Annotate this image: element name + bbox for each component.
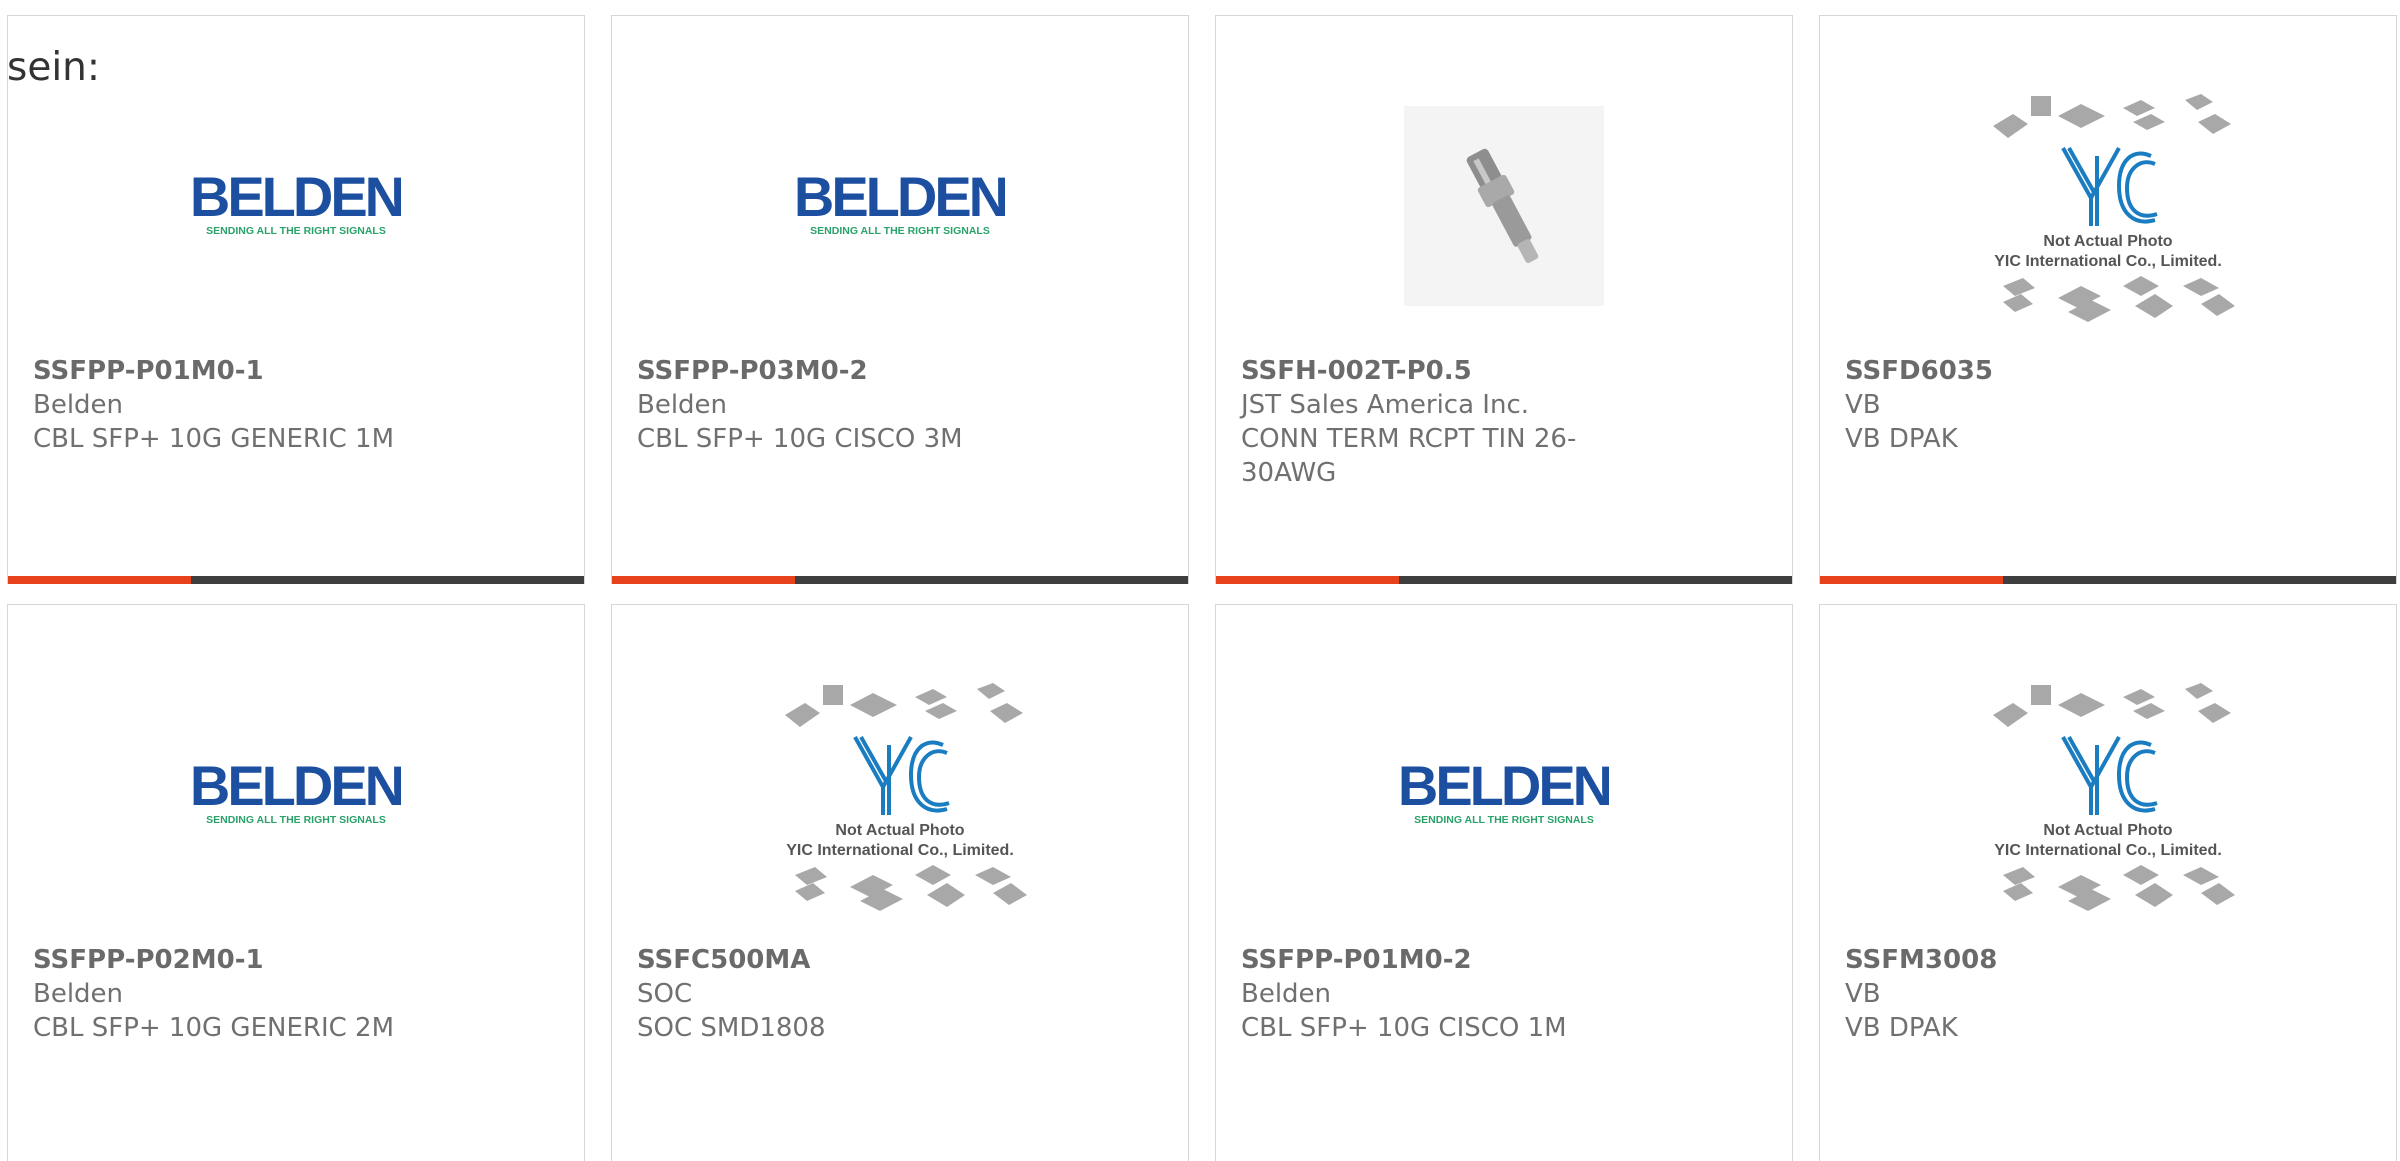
manufacturer: Belden <box>33 979 124 1009</box>
card-bottom-bar <box>612 576 1188 584</box>
belden-logo: BELDEN SENDING ALL THE RIGHT SIGNALS <box>191 763 401 826</box>
product-card[interactable]: BELDEN SENDING ALL THE RIGHT SIGNALS SSF… <box>1215 604 1793 1161</box>
product-card[interactable]: Not Actual Photo YIC International Co., … <box>1819 604 2397 1161</box>
belden-logo: BELDEN SENDING ALL THE RIGHT SIGNALS <box>1399 763 1609 826</box>
product-info: SSFPP-P01M0-2 Belden CBL SFP+ 10G CISCO … <box>1241 943 1767 1045</box>
part-number[interactable]: SSFPP-P01M0-1 <box>33 354 559 388</box>
belden-logo: BELDEN SENDING ALL THE RIGHT SIGNALS <box>795 174 1005 237</box>
product-card[interactable]: BELDEN SENDING ALL THE RIGHT SIGNALS SSF… <box>7 15 585 584</box>
description: CBL SFP+ 10G CISCO 1M <box>1241 1013 1567 1043</box>
belden-logo-text: BELDEN <box>191 763 401 817</box>
yic-line1: Not Actual Photo <box>2043 822 2172 839</box>
product-info: SSFH-002T-P0.5 JST Sales America Inc. CO… <box>1241 354 1767 490</box>
product-info: SSFD6035 VB VB DPAK <box>1845 354 2371 456</box>
product-card[interactable]: BELDEN SENDING ALL THE RIGHT SIGNALS SSF… <box>7 604 585 1161</box>
description: CONN TERM RCPT TIN 26-30AWG <box>1241 424 1577 488</box>
product-image <box>1216 76 1792 336</box>
card-accent-bar <box>1216 576 1399 584</box>
card-bottom-bar <box>1820 576 2396 584</box>
intro-text: sein: <box>7 45 101 90</box>
manufacturer: VB <box>1845 979 1881 1009</box>
card-accent-bar <box>612 576 795 584</box>
belden-logo-tagline: SENDING ALL THE RIGHT SIGNALS <box>810 225 990 237</box>
card-accent-bar <box>1820 576 2003 584</box>
manufacturer: JST Sales America Inc. <box>1241 390 1530 420</box>
yic-line1: Not Actual Photo <box>2043 233 2172 250</box>
yic-line1: Not Actual Photo <box>835 822 964 839</box>
manufacturer: VB <box>1845 390 1881 420</box>
part-number[interactable]: SSFD6035 <box>1845 354 2371 388</box>
product-image: Not Actual Photo YIC International Co., … <box>1820 76 2396 336</box>
card-bottom-bar <box>8 576 584 584</box>
description: CBL SFP+ 10G GENERIC 2M <box>33 1013 395 1043</box>
product-card[interactable]: SSFH-002T-P0.5 JST Sales America Inc. CO… <box>1215 15 1793 584</box>
description: CBL SFP+ 10G GENERIC 1M <box>33 424 395 454</box>
product-card[interactable]: Not Actual Photo YIC International Co., … <box>611 604 1189 1161</box>
card-bottom-bar <box>1216 576 1792 584</box>
product-image: BELDEN SENDING ALL THE RIGHT SIGNALS <box>1216 665 1792 925</box>
belden-logo-tagline: SENDING ALL THE RIGHT SIGNALS <box>206 225 386 237</box>
belden-logo-text: BELDEN <box>795 174 1005 228</box>
product-card[interactable]: Not Actual Photo YIC International Co., … <box>1819 15 2397 584</box>
yic-placeholder-image: Not Actual Photo YIC International Co., … <box>1993 683 2235 911</box>
description: CBL SFP+ 10G CISCO 3M <box>637 424 963 454</box>
product-grid: BELDEN SENDING ALL THE RIGHT SIGNALS SSF… <box>7 15 2400 1161</box>
manufacturer: Belden <box>33 390 124 420</box>
description: VB DPAK <box>1845 1013 1958 1043</box>
yic-placeholder-image: Not Actual Photo YIC International Co., … <box>1993 94 2235 322</box>
part-number[interactable]: SSFC500MA <box>637 943 1163 977</box>
part-number[interactable]: SSFH-002T-P0.5 <box>1241 354 1767 388</box>
belden-logo-tagline: SENDING ALL THE RIGHT SIGNALS <box>206 814 386 826</box>
description: VB DPAK <box>1845 424 1958 454</box>
crimp-terminal-photo <box>1404 106 1604 306</box>
product-image: BELDEN SENDING ALL THE RIGHT SIGNALS <box>8 665 584 925</box>
product-card[interactable]: BELDEN SENDING ALL THE RIGHT SIGNALS SSF… <box>611 15 1189 584</box>
yic-line2: YIC International Co., Limited. <box>1994 842 2222 859</box>
yic-placeholder-image: Not Actual Photo YIC International Co., … <box>785 683 1027 911</box>
description: SOC SMD1808 <box>637 1013 826 1043</box>
yic-line2: YIC International Co., Limited. <box>786 842 1014 859</box>
product-info: SSFPP-P01M0-1 Belden CBL SFP+ 10G GENERI… <box>33 354 559 456</box>
manufacturer: Belden <box>1241 979 1332 1009</box>
manufacturer: Belden <box>637 390 728 420</box>
belden-logo-text: BELDEN <box>1399 763 1609 817</box>
card-accent-bar <box>8 576 191 584</box>
product-info: SSFPP-P03M0-2 Belden CBL SFP+ 10G CISCO … <box>637 354 1163 456</box>
belden-logo: BELDEN SENDING ALL THE RIGHT SIGNALS <box>191 174 401 237</box>
part-number[interactable]: SSFPP-P03M0-2 <box>637 354 1163 388</box>
yic-line2: YIC International Co., Limited. <box>1994 253 2222 270</box>
part-number[interactable]: SSFPP-P02M0-1 <box>33 943 559 977</box>
product-image: Not Actual Photo YIC International Co., … <box>612 665 1188 925</box>
product-info: SSFPP-P02M0-1 Belden CBL SFP+ 10G GENERI… <box>33 943 559 1045</box>
product-image: BELDEN SENDING ALL THE RIGHT SIGNALS <box>8 76 584 336</box>
belden-logo-text: BELDEN <box>191 174 401 228</box>
product-image: Not Actual Photo YIC International Co., … <box>1820 665 2396 925</box>
page: sein: BELDEN SENDING ALL THE RIGHT SIGNA… <box>0 0 2400 1161</box>
product-info: SSFC500MA SOC SOC SMD1808 <box>637 943 1163 1045</box>
part-number[interactable]: SSFM3008 <box>1845 943 2371 977</box>
belden-logo-tagline: SENDING ALL THE RIGHT SIGNALS <box>1414 814 1594 826</box>
manufacturer: SOC <box>637 979 693 1009</box>
part-number[interactable]: SSFPP-P01M0-2 <box>1241 943 1767 977</box>
product-info: SSFM3008 VB VB DPAK <box>1845 943 2371 1045</box>
product-image: BELDEN SENDING ALL THE RIGHT SIGNALS <box>612 76 1188 336</box>
